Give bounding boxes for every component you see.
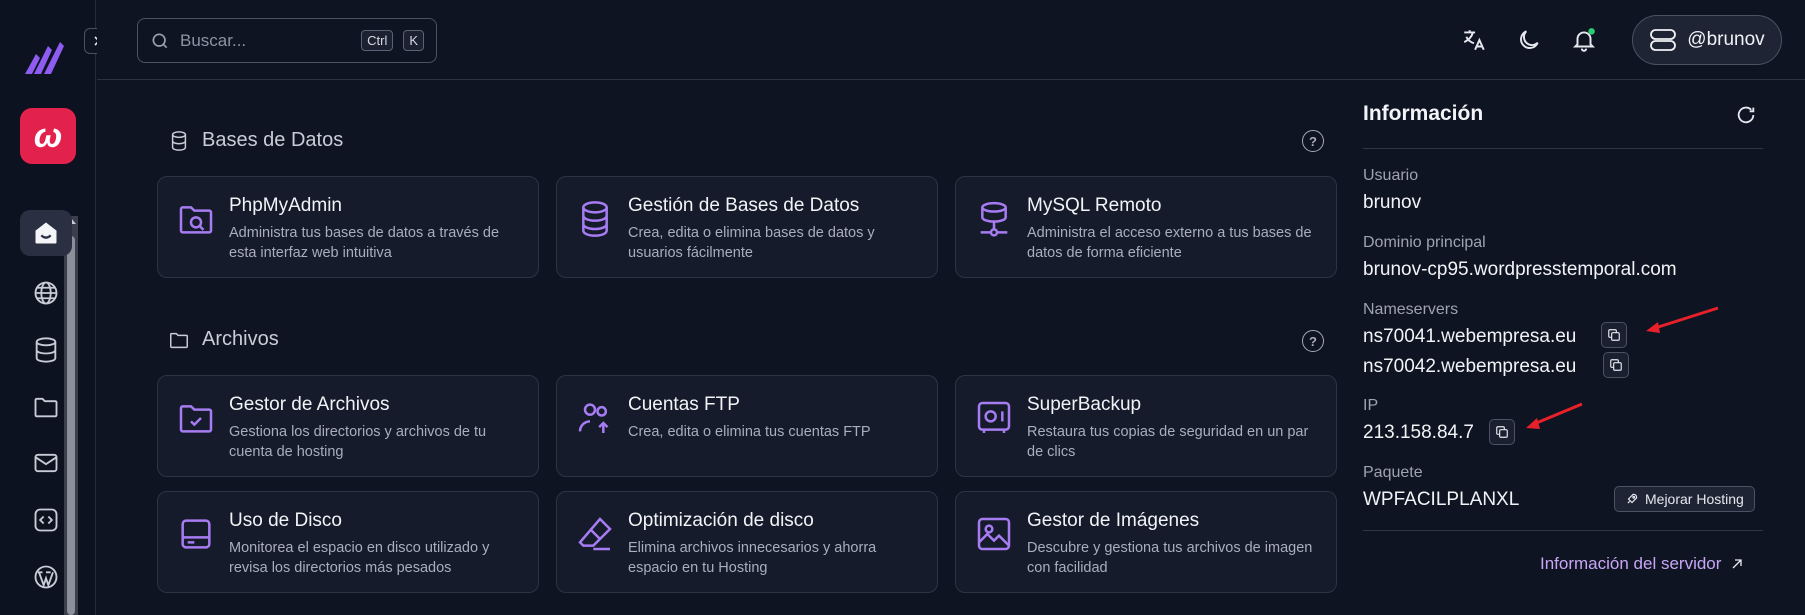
- app-logo: [25, 42, 64, 74]
- usuario-label: Usuario: [1363, 167, 1419, 184]
- server-info-link[interactable]: Información del servidor: [1540, 554, 1745, 574]
- translate-icon[interactable]: [1459, 25, 1489, 55]
- left-rail: ω: [0, 0, 96, 615]
- nav-mail-icon[interactable]: [20, 440, 72, 486]
- webempresa-logo[interactable]: ω: [20, 108, 76, 164]
- card-description: Elimina archivos innecesarios y ahorra e…: [628, 540, 877, 576]
- card-description: Crea, edita o elimina tus cuentas FTP: [628, 424, 871, 440]
- section-title: Archivos: [202, 328, 279, 350]
- divider: [1363, 530, 1763, 531]
- user-menu-button[interactable]: @brunov: [1632, 15, 1782, 65]
- card-title: Gestor de Imágenes: [1027, 510, 1200, 531]
- info-panel-title: Información: [1363, 102, 1484, 125]
- card-title: Uso de Disco: [229, 510, 342, 531]
- card-title: Gestor de Archivos: [229, 394, 390, 415]
- copy-icon: [1496, 426, 1508, 438]
- folder-check-icon: [179, 405, 213, 433]
- copy-ns2-button[interactable]: [1603, 352, 1629, 378]
- search-icon: [152, 33, 168, 48]
- card-title: PhpMyAdmin: [229, 195, 342, 216]
- arrow-up-right-icon: [1732, 559, 1743, 569]
- nameservers-label: Nameservers: [1363, 301, 1459, 318]
- dominio-value: brunov-cp95.wordpresstemporal.com: [1363, 259, 1677, 280]
- search-placeholder: Buscar...: [180, 30, 247, 50]
- search-input[interactable]: Buscar... Ctrl K: [137, 18, 437, 63]
- section-archivos: Archivos: [168, 328, 279, 351]
- usuario-value: brunov: [1363, 192, 1422, 213]
- username: @brunov: [1687, 29, 1765, 50]
- card-gestor-imagenes[interactable]: Gestor de Imágenes Descubre y gestiona t…: [955, 491, 1337, 593]
- divider: [1363, 148, 1763, 149]
- card-title: Gestión de Bases de Datos: [628, 195, 860, 216]
- card-mysql-remoto[interactable]: MySQL Remoto Administra el acceso extern…: [955, 176, 1337, 278]
- annotation-arrow-ns: [1646, 306, 1719, 333]
- copy-icon: [1608, 329, 1620, 341]
- paquete-value: WPFACILPLANXL: [1363, 489, 1520, 510]
- shortcut-k: K: [403, 30, 424, 51]
- card-description: Descubre y gestiona tus archivos de imag…: [1027, 540, 1313, 576]
- card-gestion-bases-datos[interactable]: Gestión de Bases de Datos Crea, edita o …: [556, 176, 938, 278]
- help-icon[interactable]: ?: [1302, 130, 1324, 152]
- ip-value: 213.158.84.7: [1363, 422, 1474, 443]
- folder-search-icon: [179, 206, 213, 234]
- card-cuentas-ftp[interactable]: Cuentas FTP Crea, edita o elimina tus cu…: [556, 375, 938, 477]
- card-description: Gestiona los directorios y archivos de t…: [229, 424, 487, 460]
- nameserver-2: ns70042.webempresa.eu: [1363, 356, 1577, 377]
- card-description: Administra tus bases de datos a través d…: [229, 225, 500, 261]
- card-description: Crea, edita o elimina bases de datos y u…: [628, 225, 875, 261]
- mejorar-hosting-label: Mejorar Hosting: [1645, 491, 1744, 507]
- safe-icon: [977, 401, 1011, 433]
- network-database-icon: [980, 201, 1008, 237]
- nav-home-icon[interactable]: [20, 210, 72, 256]
- copy-ns1-button[interactable]: [1601, 322, 1627, 348]
- annotation-arrow-ip: [1526, 402, 1583, 429]
- rocket-icon: [1627, 493, 1638, 504]
- section-bases-de-datos: Bases de Datos: [168, 129, 343, 152]
- section-title: Bases de Datos: [202, 129, 344, 151]
- shortcut-ctrl: Ctrl: [361, 30, 394, 51]
- folder-icon: [170, 332, 188, 348]
- database-icon: [582, 201, 608, 237]
- card-description: Administra el acceso externo a tus bases…: [1027, 225, 1312, 261]
- paquete-label: Paquete: [1363, 464, 1423, 481]
- copy-ip-button[interactable]: [1489, 419, 1515, 445]
- dominio-label: Dominio principal: [1363, 234, 1486, 251]
- nav-folder-icon[interactable]: [20, 384, 72, 430]
- card-title: Optimización de disco: [628, 510, 814, 531]
- card-superbackup[interactable]: SuperBackup Restaura tus copias de segur…: [955, 375, 1337, 477]
- card-title: SuperBackup: [1027, 394, 1142, 415]
- ip-label: IP: [1363, 397, 1379, 414]
- help-icon[interactable]: ?: [1302, 330, 1324, 352]
- users-upload-icon: [578, 403, 609, 433]
- copy-icon: [1610, 359, 1622, 371]
- card-description: Restaura tus copias de seguridad en un p…: [1027, 424, 1309, 460]
- card-uso-disco[interactable]: Uso de Disco Monitorea el espacio en dis…: [157, 491, 539, 593]
- hard-drive-icon: [181, 519, 211, 549]
- nav-code-icon[interactable]: [20, 497, 72, 543]
- refresh-icon[interactable]: [1735, 104, 1757, 126]
- top-bar: Buscar... Ctrl K @brunov: [97, 0, 1805, 80]
- nav-globe-icon[interactable]: [20, 270, 72, 316]
- notifications-bell-icon[interactable]: [1569, 25, 1599, 55]
- card-phpmyadmin[interactable]: PhpMyAdmin Administra tus bases de datos…: [157, 176, 539, 278]
- card-gestor-archivos[interactable]: Gestor de Archivos Gestiona los director…: [157, 375, 539, 477]
- card-title: MySQL Remoto: [1027, 195, 1162, 216]
- card-optimizacion-disco[interactable]: Optimización de disco Elimina archivos i…: [556, 491, 938, 593]
- dark-mode-icon[interactable]: [1514, 25, 1544, 55]
- server-info-label: Información del servidor: [1540, 554, 1722, 573]
- nav-wordpress-icon[interactable]: [20, 554, 72, 600]
- server-icon: [1650, 29, 1677, 51]
- eraser-icon: [578, 517, 612, 551]
- card-description: Monitorea el espacio en disco utilizado …: [229, 540, 490, 576]
- card-title: Cuentas FTP: [628, 394, 740, 415]
- mejorar-hosting-button[interactable]: Mejorar Hosting: [1614, 486, 1755, 512]
- nav-database-icon[interactable]: [20, 327, 72, 373]
- nameserver-1: ns70041.webempresa.eu: [1363, 326, 1577, 347]
- database-icon: [171, 130, 187, 151]
- image-icon: [977, 517, 1011, 551]
